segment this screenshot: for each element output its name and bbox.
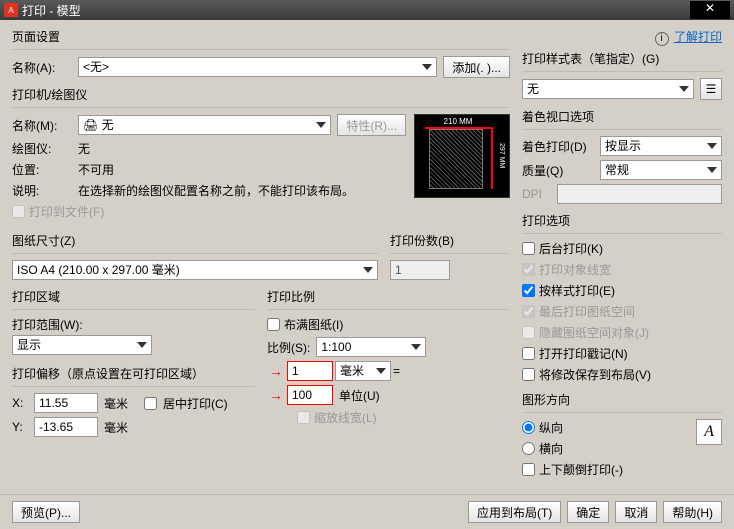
x-unit: 毫米 xyxy=(104,395,128,412)
plotter-label: 绘图仪: xyxy=(12,140,72,157)
copies-group: 打印份数(B) xyxy=(390,232,510,280)
arrow-icon: → xyxy=(269,363,283,379)
landscape-radio[interactable] xyxy=(522,442,535,455)
x-input[interactable] xyxy=(34,393,98,413)
offset-heading: 打印偏移（原点设置在可打印区域） xyxy=(12,365,255,382)
hide-ps-checkbox xyxy=(522,326,535,339)
orient-group: 图形方向 纵向 横向 上下颠倒打印(-) A xyxy=(522,391,722,482)
shade-heading: 着色视口选项 xyxy=(522,108,722,125)
quality-select[interactable]: 常规 xyxy=(600,160,722,180)
scale-label: 比例(S): xyxy=(267,339,310,356)
page-setup-heading: 页面设置 xyxy=(12,28,510,45)
copies-heading: 打印份数(B) xyxy=(390,232,510,249)
paper-heading: 图纸尺寸(Z) xyxy=(12,232,378,249)
orient-heading: 图形方向 xyxy=(522,391,722,408)
center-checkbox[interactable] xyxy=(144,397,157,410)
printer-name-label: 名称(M): xyxy=(12,117,72,134)
what-select[interactable]: 显示 xyxy=(12,335,152,355)
printer-heading: 打印机/绘图仪 xyxy=(12,86,510,103)
area-heading: 打印区域 xyxy=(12,288,255,305)
options-heading: 打印选项 xyxy=(522,212,722,229)
what-label: 打印范围(W): xyxy=(12,316,255,333)
print-to-file-checkbox xyxy=(12,205,25,218)
titlebar: A 打印 - 模型 ✕ xyxy=(0,0,734,20)
mm-unit-select[interactable]: 毫米 xyxy=(335,361,391,381)
shade-group: 着色视口选项 着色打印(D) 按显示 质量(Q) 常规 DPI xyxy=(522,108,722,204)
upside-checkbox[interactable] xyxy=(522,463,535,476)
page-name-label: 名称(A): xyxy=(12,59,72,76)
style-group: 打印样式表（笔指定）(G) 无 ☰ xyxy=(522,50,722,100)
unit-label: 单位(U) xyxy=(339,387,380,404)
y-input[interactable] xyxy=(34,417,98,437)
where-label: 位置: xyxy=(12,161,72,178)
options-group: 打印选项 后台打印(K) 打印对象线宽 按样式打印(E) 最后打印图纸空间 隐藏… xyxy=(522,212,722,383)
orient-preview-icon: A xyxy=(696,419,722,445)
scale-heading: 打印比例 xyxy=(267,288,510,305)
close-button[interactable]: ✕ xyxy=(690,1,730,19)
printer-props-button[interactable]: 特性(R)... xyxy=(337,114,406,136)
preview-button[interactable]: 预览(P)... xyxy=(12,501,80,523)
apply-button[interactable]: 应用到布局(T) xyxy=(468,501,561,523)
paperspace-checkbox xyxy=(522,305,535,318)
paper-preview: 210 MM 297 MM xyxy=(414,114,510,198)
desc-value: 在选择新的绘图仪配置名称之前，不能打印该布局。 xyxy=(78,182,406,199)
style-heading: 打印样式表（笔指定）(G) xyxy=(522,50,722,67)
mm-input[interactable] xyxy=(287,361,333,381)
desc-label: 说明: xyxy=(12,182,72,199)
y-label: Y: xyxy=(12,420,28,434)
dpi-input xyxy=(557,184,722,204)
y-unit: 毫米 xyxy=(104,419,128,436)
ok-button[interactable]: 确定 xyxy=(567,501,609,523)
paper-size-select[interactable]: ISO A4 (210.00 x 297.00 毫米) xyxy=(12,260,378,280)
printer-group: 打印机/绘图仪 名称(M): 🖨 无 特性(R)... 绘图仪: 无 位置: xyxy=(12,86,510,224)
window-title: 打印 - 模型 xyxy=(22,2,690,19)
center-label: 居中打印(C) xyxy=(163,395,228,412)
savechanges-checkbox[interactable] xyxy=(522,368,535,381)
paper-size-group: 图纸尺寸(Z) ISO A4 (210.00 x 297.00 毫米) xyxy=(12,232,378,280)
scale-group: 打印比例 布满图纸(I) 比例(S): 1:100 → 毫米 = → xyxy=(267,288,510,441)
unit-input[interactable] xyxy=(287,385,333,405)
page-setup-group: 页面设置 名称(A): <无> 添加(. )... xyxy=(12,28,510,78)
scale-select[interactable]: 1:100 xyxy=(316,337,426,357)
app-icon: A xyxy=(4,3,18,17)
equals-label: = xyxy=(393,364,400,378)
scale-lw-checkbox xyxy=(297,411,310,424)
style-select[interactable]: 无 xyxy=(522,79,694,99)
add-page-button[interactable]: 添加(. )... xyxy=(443,56,510,78)
arrow-icon: → xyxy=(269,387,283,403)
help-button[interactable]: 帮助(H) xyxy=(663,501,722,523)
where-value: 不可用 xyxy=(78,161,114,178)
learn-link[interactable]: 了解打印 xyxy=(674,30,722,44)
copies-input xyxy=(390,260,450,280)
print-to-file-label: 打印到文件(F) xyxy=(29,203,104,220)
bg-checkbox[interactable] xyxy=(522,242,535,255)
cancel-button[interactable]: 取消 xyxy=(615,501,657,523)
plotter-value: 无 xyxy=(78,140,90,157)
fit-checkbox[interactable] xyxy=(267,318,280,331)
scale-lw-label: 缩放线宽(L) xyxy=(314,409,377,426)
portrait-radio[interactable] xyxy=(522,421,535,434)
style-checkbox[interactable] xyxy=(522,284,535,297)
info-icon: i xyxy=(655,32,669,46)
footer: 预览(P)... 应用到布局(T) 确定 取消 帮助(H) xyxy=(0,494,734,529)
lw-checkbox xyxy=(522,263,535,276)
dpi-label: DPI xyxy=(522,187,551,201)
page-name-select[interactable]: <无> xyxy=(78,57,437,77)
shade-mode-label: 着色打印(D) xyxy=(522,138,594,155)
style-edit-button[interactable]: ☰ xyxy=(700,78,722,100)
stamp-checkbox[interactable] xyxy=(522,347,535,360)
shade-mode-select[interactable]: 按显示 xyxy=(600,136,722,156)
fit-label: 布满图纸(I) xyxy=(284,316,343,333)
quality-label: 质量(Q) xyxy=(522,162,594,179)
printer-name-select[interactable]: 🖨 无 xyxy=(78,115,331,135)
print-area-group: 打印区域 打印范围(W): 显示 打印偏移（原点设置在可打印区域） X: 毫米 … xyxy=(12,288,255,441)
x-label: X: xyxy=(12,396,28,410)
